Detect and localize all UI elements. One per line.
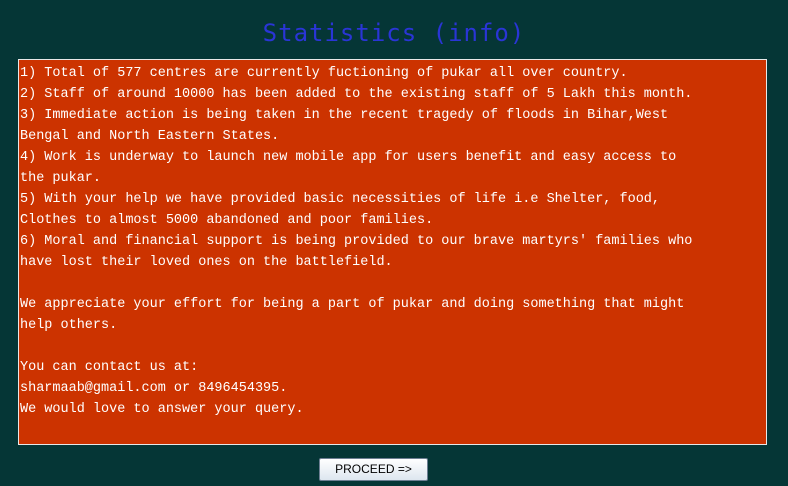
info-line-15: You can contact us at:: [20, 360, 199, 375]
info-line-14: [20, 336, 766, 357]
info-text: 1) Total of 577 centres are currently fu…: [19, 60, 766, 420]
info-line-7: 5) With your help we have provided basic…: [20, 192, 661, 207]
info-line-6: the pukar.: [20, 171, 102, 186]
info-line-2: 2) Staff of around 10000 has been added …: [20, 87, 693, 102]
proceed-button[interactable]: PROCEED =>: [319, 458, 428, 481]
info-line-16: sharmaab@gmail.com or 8496454395.: [20, 381, 288, 396]
info-line-17: We would love to answer your query.: [20, 402, 304, 417]
info-text-area[interactable]: 1) Total of 577 centres are currently fu…: [18, 59, 767, 445]
info-line-12: We appreciate your effort for being a pa…: [20, 297, 685, 312]
info-line-11: [20, 273, 766, 294]
info-line-3: 3) Immediate action is being taken in th…: [20, 108, 669, 123]
info-line-1: 1) Total of 577 centres are currently fu…: [20, 66, 628, 81]
page-title: Statistics (info): [262, 19, 526, 47]
info-line-9: 6) Moral and financial support is being …: [20, 234, 693, 249]
info-line-13: help others.: [20, 318, 118, 333]
info-line-10: have lost their loved ones on the battle…: [20, 255, 393, 270]
info-line-4: Bengal and North Eastern States.: [20, 129, 280, 144]
info-line-5: 4) Work is underway to launch new mobile…: [20, 150, 677, 165]
info-line-8: Clothes to almost 5000 abandoned and poo…: [20, 213, 434, 228]
